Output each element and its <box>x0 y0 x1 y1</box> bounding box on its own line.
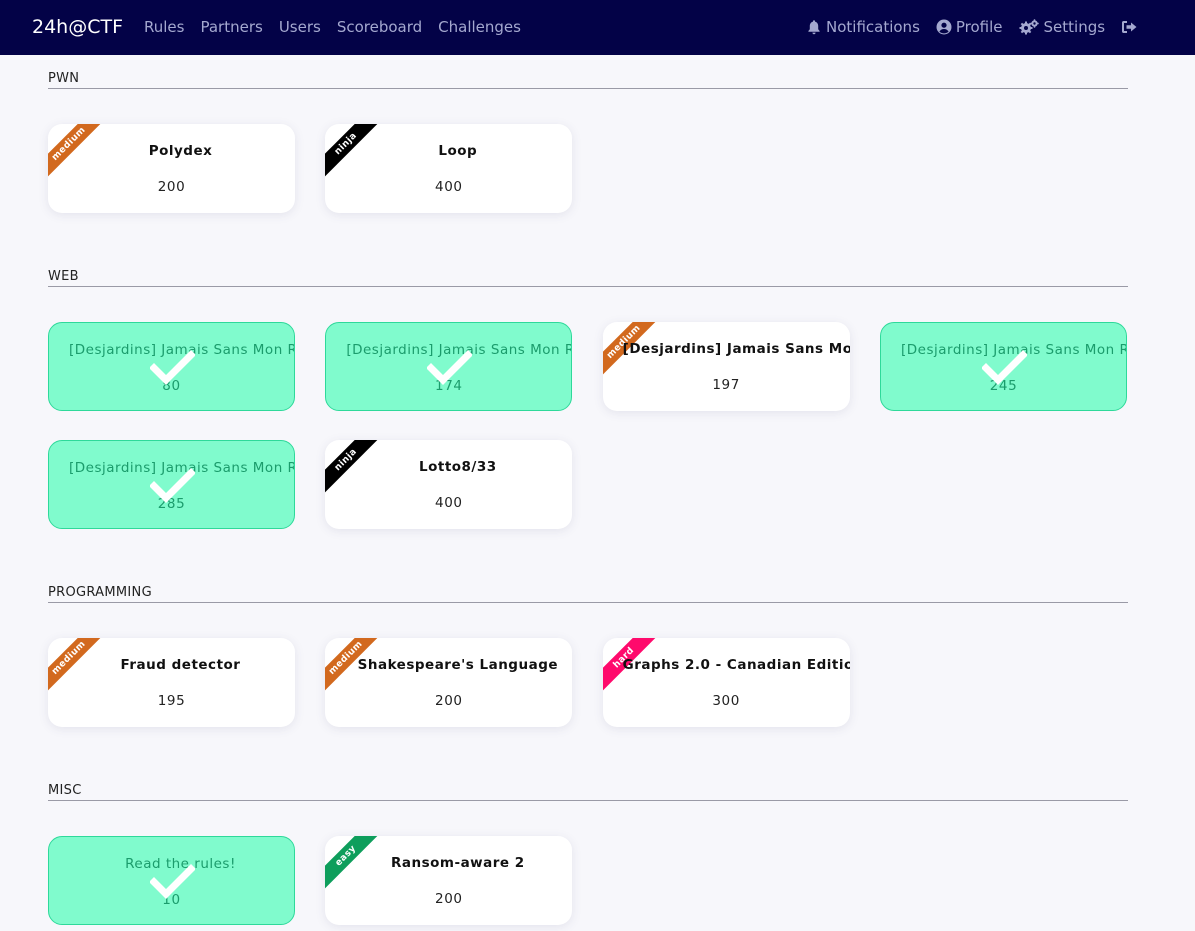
challenge-card[interactable]: medium Polydex 200 <box>48 124 295 213</box>
challenge-name: Graphs 2.0 - Canadian Edition <box>622 657 850 673</box>
solved-check-icon <box>150 350 195 385</box>
bell-icon <box>808 20 820 35</box>
challenge-points: 300 <box>712 693 740 709</box>
challenge-name: Polydex <box>148 143 213 159</box>
challenge-card[interactable]: easy Ransom-aware 2 200 <box>325 836 573 925</box>
solved-check-icon <box>150 864 195 899</box>
challenge-card[interactable]: medium Shakespeare's Language 200 <box>325 638 573 727</box>
challenge-points: 400 <box>435 179 463 195</box>
category-title: PROGRAMMING <box>48 585 1128 603</box>
category-web: WEB [Desjardins] Jamais Sans Mon R 80 [Des… <box>48 269 1128 529</box>
nav-settings-label: Settings <box>1043 18 1106 36</box>
solved-check-icon <box>150 468 195 503</box>
challenge-grid: medium Polydex 200 ninja Loop 400 <box>48 124 1128 213</box>
brand-logo[interactable]: 24h@CTF <box>32 15 123 39</box>
challenge-grid: [Desjardins] Jamais Sans Mon R 80 [Desjard… <box>48 322 1128 529</box>
category-programming: PROGRAMMING medium Fraud detector 195 mediu… <box>48 585 1128 727</box>
challenge-card[interactable]: Read the rules! 10 <box>48 836 295 925</box>
challenge-points: 200 <box>435 693 463 709</box>
challenge-card[interactable]: [Desjardins] Jamais Sans Mon R 285 <box>48 440 295 529</box>
category-pwn: PWN medium Polydex 200 ninja Loop 400 <box>48 71 1128 213</box>
challenge-name: [Desjardins] Jamais Sans Mon Ri <box>622 341 850 357</box>
challenge-card[interactable]: ninja Lotto8/33 400 <box>325 440 573 529</box>
challenge-points: 195 <box>157 693 186 709</box>
challenge-points: 200 <box>157 179 186 195</box>
challenge-name: Lotto8/33 <box>418 459 497 475</box>
challenge-card[interactable]: hard Graphs 2.0 - Canadian Edition 300 <box>602 638 850 727</box>
user-circle-icon <box>936 19 952 35</box>
challenge-points: 200 <box>435 891 463 907</box>
challenge-name: Loop <box>438 143 478 159</box>
nav-link-users[interactable]: Users <box>279 17 321 37</box>
category-title: MISC <box>48 783 1128 801</box>
challenge-card[interactable]: [Desjardins] Jamais Sans Mon R 80 <box>48 322 295 411</box>
nav-logout[interactable] <box>1121 19 1142 35</box>
nav-profile-label: Profile <box>955 18 1003 36</box>
nav-link-partners[interactable]: Partners <box>200 17 262 37</box>
challenge-card[interactable]: medium[Desjardins] Jamais Sans Mon Ri197 <box>602 322 850 411</box>
challenge-grid: Read the rules! 10 easy Ransom-aware 2 200 <box>48 836 1128 925</box>
challenge-name: Shakespeare's Language <box>357 657 559 673</box>
nav-notifications-label: Notifications <box>826 18 920 36</box>
nav-link-scoreboard[interactable]: Scoreboard <box>337 17 422 37</box>
nav-links: Rules Partners Users Scoreboard Challeng… <box>144 17 537 37</box>
nav-link-challenges[interactable]: Challenges <box>438 17 521 37</box>
challenge-board: PWN medium Polydex 200 ninja Loop 400 WEB [De… <box>48 55 1128 925</box>
challenge-card[interactable]: ninja Loop 400 <box>325 124 573 213</box>
solved-check-icon <box>427 350 473 385</box>
nav-right-menu: Notifications Profile Settings <box>806 17 1158 37</box>
challenge-points: 400 <box>435 495 463 511</box>
challenge-card[interactable]: medium Fraud detector 195 <box>48 638 295 727</box>
nav-link-rules[interactable]: Rules <box>144 17 184 37</box>
challenge-points: 197 <box>712 377 740 393</box>
category-title: WEB <box>48 269 1128 287</box>
solved-check-icon <box>981 350 1027 385</box>
challenge-name: Fraud detector <box>120 657 241 673</box>
nav-notifications[interactable]: Notifications <box>806 17 920 37</box>
gears-icon <box>1019 19 1039 35</box>
logout-icon <box>1122 21 1137 33</box>
nav-settings[interactable]: Settings <box>1019 17 1106 37</box>
top-navbar: 24h@CTF Rules Partners Users Scoreboard … <box>0 0 1195 55</box>
challenge-card[interactable]: [Desjardins] Jamais Sans Mon R 174 <box>325 322 573 411</box>
nav-profile[interactable]: Profile <box>936 17 1003 37</box>
category-misc: MISC Read the rules! 10 easy Ransom-aware 2… <box>48 783 1128 925</box>
challenge-name: Ransom-aware 2 <box>390 855 525 871</box>
category-title: PWN <box>48 71 1128 89</box>
challenge-grid: medium Fraud detector 195 medium Shakespeare… <box>48 638 1128 727</box>
challenge-card[interactable]: [Desjardins] Jamais Sans Mon R 245 <box>879 322 1127 411</box>
